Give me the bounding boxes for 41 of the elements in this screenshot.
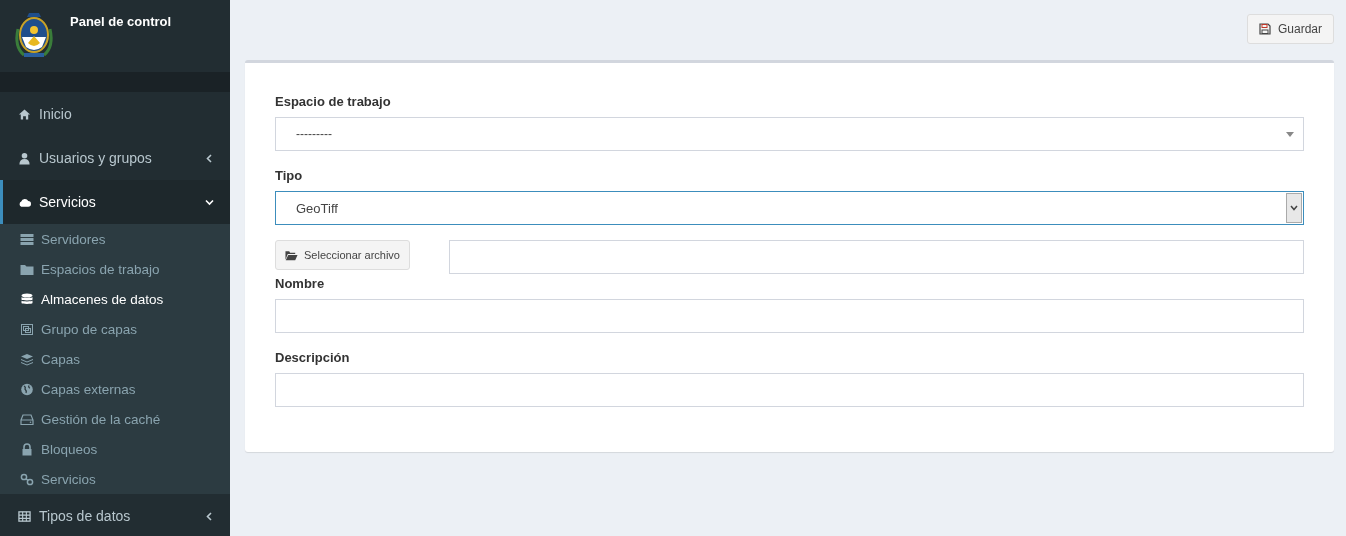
field-label: Descripción bbox=[275, 349, 351, 367]
workspace-select[interactable]: --------- bbox=[275, 117, 1304, 151]
sidebar-subitem[interactable]: Grupo de capas bbox=[0, 314, 230, 344]
dropdown-arrow-icon bbox=[1286, 131, 1294, 137]
sidebar-subitem[interactable]: Bloqueos bbox=[0, 434, 230, 464]
sidebar-subitem[interactable]: Capas bbox=[0, 344, 230, 374]
sidebar-subitem[interactable]: Almacenes de datos bbox=[0, 284, 230, 314]
sidebar-item[interactable]: Servicios bbox=[0, 180, 230, 224]
sidebar-subitem[interactable]: Capas externas bbox=[0, 374, 230, 404]
dropdown-button[interactable] bbox=[1286, 193, 1302, 223]
sidebar-subitem[interactable]: Servicios bbox=[0, 464, 230, 494]
database-icon bbox=[20, 292, 34, 306]
save-button[interactable]: Guardar bbox=[1246, 14, 1334, 44]
sidebar-subitem[interactable]: Espacios de trabajo bbox=[0, 254, 230, 284]
sidebar-subitem[interactable]: Gestión de la caché bbox=[0, 404, 230, 434]
sidebar-item[interactable]: Inicio bbox=[0, 92, 230, 136]
chevron-down-icon bbox=[1290, 205, 1298, 211]
app-title: Panel de control bbox=[70, 14, 172, 29]
sidebar-item[interactable]: Usuarios y grupos bbox=[0, 136, 230, 180]
sidebar-subitem[interactable]: Servidores bbox=[0, 224, 230, 254]
lock-icon bbox=[20, 442, 34, 456]
file-name-field[interactable] bbox=[449, 240, 1304, 274]
layer-group-icon bbox=[20, 322, 34, 336]
folder-icon bbox=[20, 262, 34, 276]
input-field[interactable] bbox=[275, 299, 1304, 333]
field-label: Espacio de trabajo bbox=[275, 93, 392, 111]
field-label: Tipo bbox=[275, 167, 304, 185]
layers-icon bbox=[20, 352, 34, 366]
link-icon bbox=[20, 472, 34, 486]
sidebar-item[interactable]: Tipos de datos bbox=[0, 494, 230, 536]
user-icon bbox=[18, 151, 31, 165]
type-select[interactable]: GeoTiff bbox=[275, 191, 1304, 225]
globe-icon bbox=[20, 382, 34, 396]
choose-file-button[interactable]: Seleccionar archivo bbox=[275, 240, 410, 270]
field-label: Nombre bbox=[275, 275, 326, 293]
drive-icon bbox=[20, 412, 34, 426]
folder-icon bbox=[285, 249, 298, 261]
input-field[interactable] bbox=[275, 373, 1304, 407]
server-icon bbox=[20, 232, 34, 246]
home-icon bbox=[18, 107, 31, 121]
table-icon bbox=[18, 509, 31, 523]
